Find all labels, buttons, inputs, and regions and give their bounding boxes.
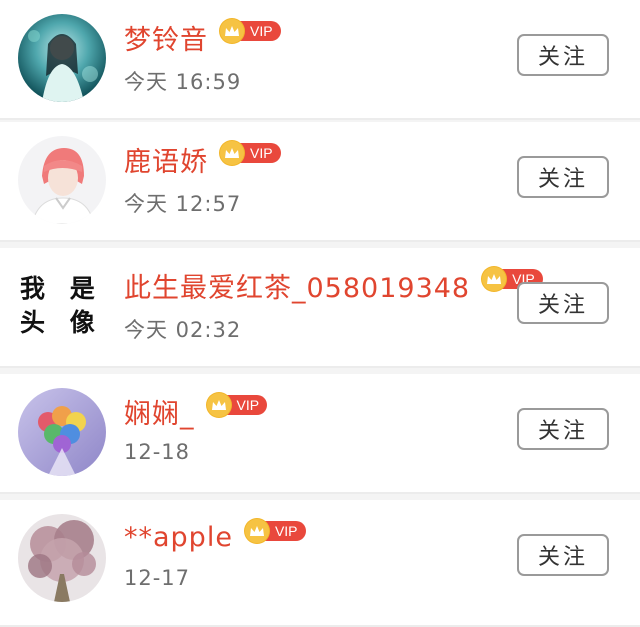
avatar[interactable]: 我 是 头 像 (20, 272, 106, 342)
crown-icon (220, 141, 244, 165)
avatar-image (18, 388, 106, 476)
name-line: 鹿语娇 VIP (124, 140, 281, 179)
list-item[interactable]: 娴娴_ VIP 12-18 关注 (0, 374, 640, 494)
username[interactable]: 娴娴_ (124, 392, 195, 431)
follow-button[interactable]: 关注 (517, 408, 609, 450)
list-item[interactable]: 我 是 头 像 此生最爱红茶_058019348 VIP 今天 02:32 关注 (0, 248, 640, 368)
follow-list: 梦铃音 VIP 今天 16:59 关注 鹿语娇 VIP 今天 12:57 关注 … (0, 0, 640, 627)
follow-button[interactable]: 关注 (517, 282, 609, 324)
crown-icon (482, 267, 507, 291)
vip-badge: VIP (206, 393, 268, 417)
vip-label: VIP (224, 395, 268, 415)
vip-label: VIP (238, 143, 281, 163)
list-item[interactable]: 鹿语娇 VIP 今天 12:57 关注 (0, 122, 640, 242)
vip-badge: VIP (220, 141, 281, 165)
name-line: 梦铃音 VIP (124, 18, 281, 57)
list-item[interactable]: **apple VIP 12-17 关注 (0, 500, 640, 627)
timestamp: 12-17 (124, 566, 191, 590)
username[interactable]: **apple (124, 522, 233, 553)
username[interactable]: 鹿语娇 (124, 140, 208, 179)
timestamp: 今天 02:32 (124, 318, 242, 342)
username[interactable]: 此生最爱红茶_058019348 (124, 266, 470, 305)
follow-button[interactable]: 关注 (517, 34, 609, 76)
name-line: 此生最爱红茶_058019348 VIP (124, 266, 543, 305)
follow-button[interactable]: 关注 (517, 534, 609, 576)
name-line: 娴娴_ VIP (124, 392, 268, 431)
avatar[interactable] (18, 388, 106, 476)
avatar-image (18, 14, 106, 102)
avatar[interactable] (18, 136, 106, 224)
crown-icon (206, 393, 231, 417)
avatar-text-line: 头 像 (20, 308, 103, 337)
timestamp: 今天 16:59 (124, 70, 242, 94)
vip-label: VIP (262, 521, 306, 541)
vip-badge: VIP (220, 19, 281, 43)
vip-badge: VIP (244, 519, 306, 543)
follow-button[interactable]: 关注 (517, 156, 609, 198)
name-line: **apple VIP (124, 519, 306, 555)
crown-icon (244, 519, 269, 543)
username[interactable]: 梦铃音 (124, 18, 208, 57)
avatar[interactable] (18, 514, 106, 602)
avatar[interactable] (18, 14, 106, 102)
timestamp: 今天 12:57 (124, 192, 242, 216)
avatar-image (18, 136, 106, 224)
avatar-text-line: 我 是 (20, 274, 103, 303)
vip-label: VIP (238, 21, 281, 41)
avatar-image (18, 514, 106, 602)
list-item[interactable]: 梦铃音 VIP 今天 16:59 关注 (0, 0, 640, 120)
timestamp: 12-18 (124, 440, 191, 464)
crown-icon (220, 19, 244, 43)
